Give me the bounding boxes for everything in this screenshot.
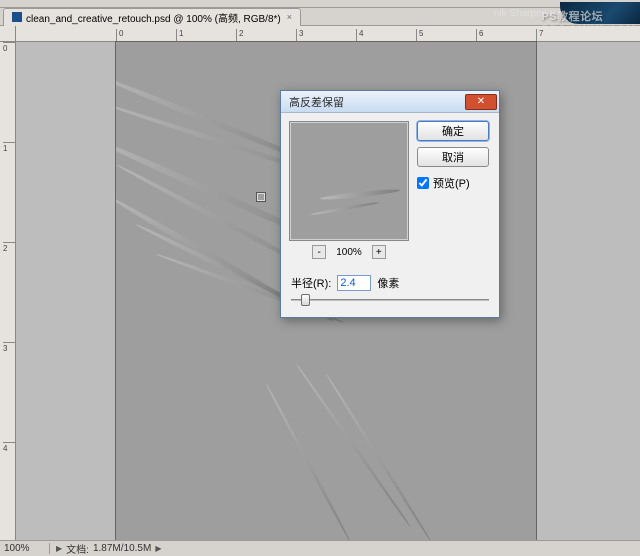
ruler-vertical[interactable]: 0 1 2 3 4 <box>0 42 16 540</box>
dialog-titlebar[interactable]: 高反差保留 ✕ <box>281 91 499 113</box>
tab-title: clean_and_creative_retouch.psd @ 100% (高… <box>26 10 281 25</box>
selection-marker[interactable] <box>256 192 266 202</box>
zoom-out-button[interactable]: - <box>312 245 326 259</box>
ruler-corner <box>0 26 16 42</box>
ok-button[interactable]: 确定 <box>417 121 489 141</box>
status-arrow-icon[interactable]: ▶ <box>56 544 62 553</box>
status-doc-value: 1.87M/10.5M <box>93 543 151 554</box>
zoom-percent: 100% <box>336 247 362 258</box>
high-pass-dialog: 高反差保留 ✕ - 100% + 确定 取消 预览(P) <box>280 90 500 318</box>
status-bar: 100% ▶ 文档: 1.87M/10.5M ▶ <box>0 540 640 556</box>
preview-checkbox-row[interactable]: 预览(P) <box>417 175 489 191</box>
cancel-button[interactable]: 取消 <box>417 147 489 167</box>
radius-input[interactable] <box>337 275 371 291</box>
ruler-horizontal[interactable]: 0 1 2 3 4 5 6 7 <box>16 26 640 42</box>
dialog-title: 高反差保留 <box>289 94 344 110</box>
ps-file-icon <box>12 12 22 22</box>
app-root: clean_and_creative_retouch.psd @ 100% (高… <box>0 0 640 556</box>
zoom-in-button[interactable]: + <box>372 245 386 259</box>
preview-checkbox-label: 预览(P) <box>433 175 470 191</box>
radius-unit: 像素 <box>377 275 399 291</box>
preview-checkbox[interactable] <box>417 177 429 189</box>
radius-slider[interactable] <box>291 293 489 307</box>
status-doc-label: 文档: <box>66 541 89 556</box>
dialog-preview[interactable] <box>289 121 409 241</box>
slider-thumb[interactable] <box>301 294 310 306</box>
tab-close-icon[interactable]: × <box>287 12 292 22</box>
radius-label: 半径(R): <box>291 275 331 291</box>
status-menu-arrow-icon[interactable]: ▶ <box>155 544 161 553</box>
dialog-close-button[interactable]: ✕ <box>465 94 497 110</box>
document-tab[interactable]: clean_and_creative_retouch.psd @ 100% (高… <box>3 8 301 26</box>
status-zoom[interactable]: 100% <box>0 543 50 554</box>
